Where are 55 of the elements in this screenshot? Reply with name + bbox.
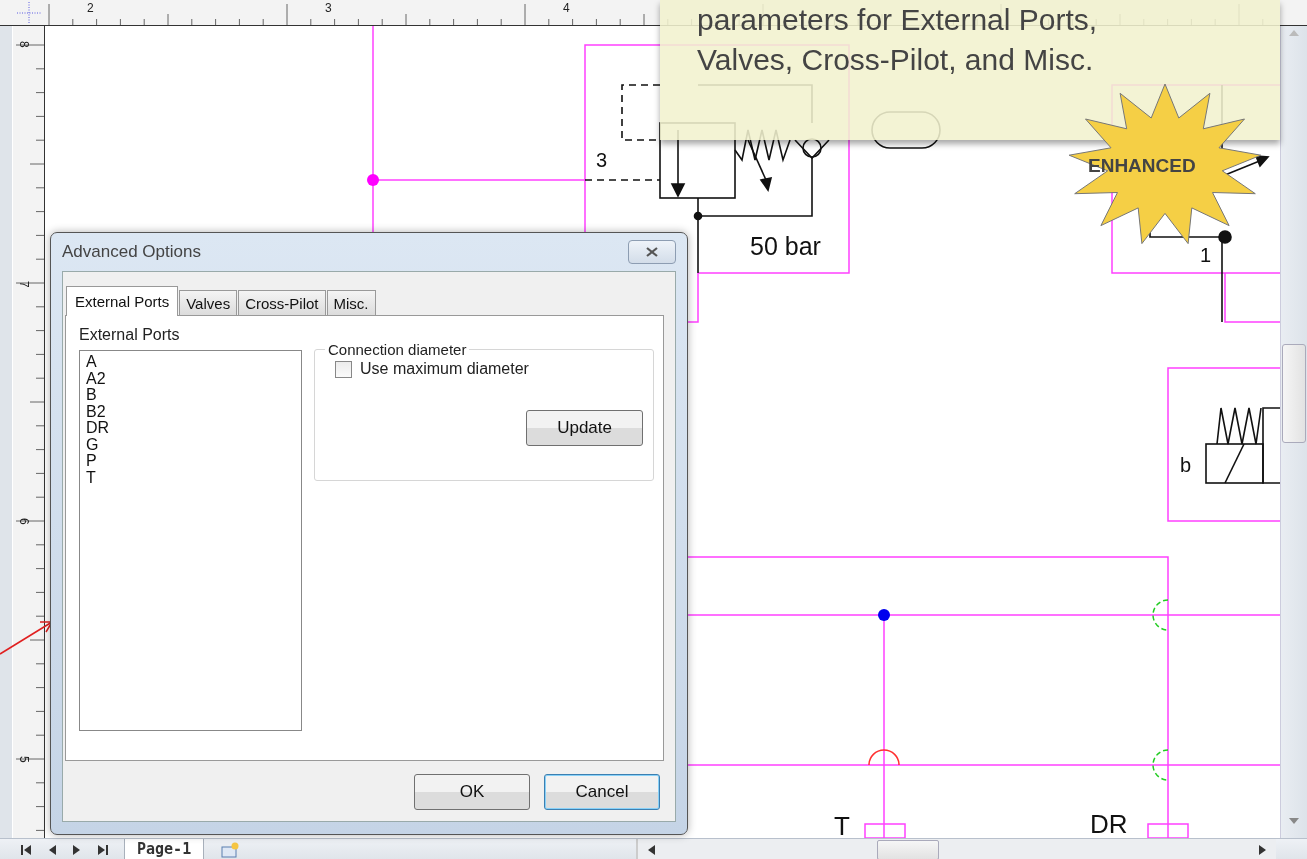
ruler-label: 6 [17, 518, 31, 525]
port-item[interactable]: G [86, 436, 295, 453]
dialog-tab[interactable]: Cross-Pilot [238, 290, 326, 315]
port-item[interactable]: T [86, 469, 295, 486]
page-tab[interactable]: Page-1 [124, 839, 205, 859]
diagram-label: 1 [1200, 244, 1212, 266]
ruler-label: 4 [563, 1, 570, 15]
group-label: Connection diameter [327, 341, 468, 358]
ruler-label: 5 [17, 756, 31, 763]
previous-page-icon[interactable] [47, 843, 57, 856]
badge-text: ENHANCED [1088, 155, 1196, 177]
ports-listbox[interactable]: A A2 B B2 DR G P T [79, 350, 302, 731]
dialog-title: Advanced Options [62, 242, 201, 262]
diagram-label: 3 [596, 149, 608, 171]
port-item[interactable]: B2 [86, 403, 295, 420]
dialog-tab[interactable]: External Ports [66, 286, 179, 316]
ruler-label: 3 [325, 1, 332, 15]
diagram-label: DR [1090, 809, 1128, 838]
scroll-right-icon[interactable] [1259, 844, 1267, 855]
crossing-arc [868, 749, 900, 766]
port-item[interactable]: B [86, 387, 295, 404]
horizontal-scrollbar[interactable] [636, 839, 1277, 859]
dialog-tab[interactable]: Valves [179, 290, 238, 315]
port-item[interactable]: DR [86, 420, 295, 437]
close-icon [645, 247, 659, 257]
cancel-button[interactable]: Cancel [544, 774, 660, 810]
diagram-label: 50 bar [750, 232, 821, 260]
ruler-label: 8 [17, 41, 31, 48]
ruler-label: 2 [87, 1, 94, 15]
diagram-label: T [834, 811, 850, 838]
scrollbar-thumb[interactable] [1282, 344, 1306, 443]
crossing-arc [1152, 749, 1169, 781]
scrollbar-thumb[interactable] [877, 839, 940, 859]
port-item[interactable]: P [86, 453, 295, 470]
junction-dot [367, 174, 379, 186]
port-item[interactable]: A2 [86, 370, 295, 387]
port-item[interactable]: A [86, 354, 295, 371]
junction-dot [878, 609, 890, 621]
update-button[interactable]: Update [526, 410, 643, 446]
first-page-icon[interactable] [20, 843, 32, 856]
last-page-icon[interactable] [97, 843, 109, 856]
ok-button[interactable]: OK [414, 774, 530, 810]
next-page-icon[interactable] [72, 843, 82, 856]
diagram-label: b [1180, 454, 1192, 476]
vertical-scrollbar[interactable] [1280, 26, 1307, 838]
checkbox[interactable] [335, 360, 352, 378]
close-button[interactable] [628, 240, 676, 264]
dialog-tab[interactable]: Misc. [326, 290, 376, 315]
callout-text: parameters for External Ports, Valves, Cross-Pilot, and Misc. [696, 2, 1099, 78]
ruler-label: 7 [17, 281, 31, 288]
list-label: External Ports [79, 326, 181, 344]
scroll-down-icon[interactable] [1289, 818, 1299, 824]
crossing-arc [1152, 599, 1169, 631]
checkbox-label: Use maximum diameter [360, 360, 529, 378]
scroll-left-icon[interactable] [648, 844, 656, 855]
